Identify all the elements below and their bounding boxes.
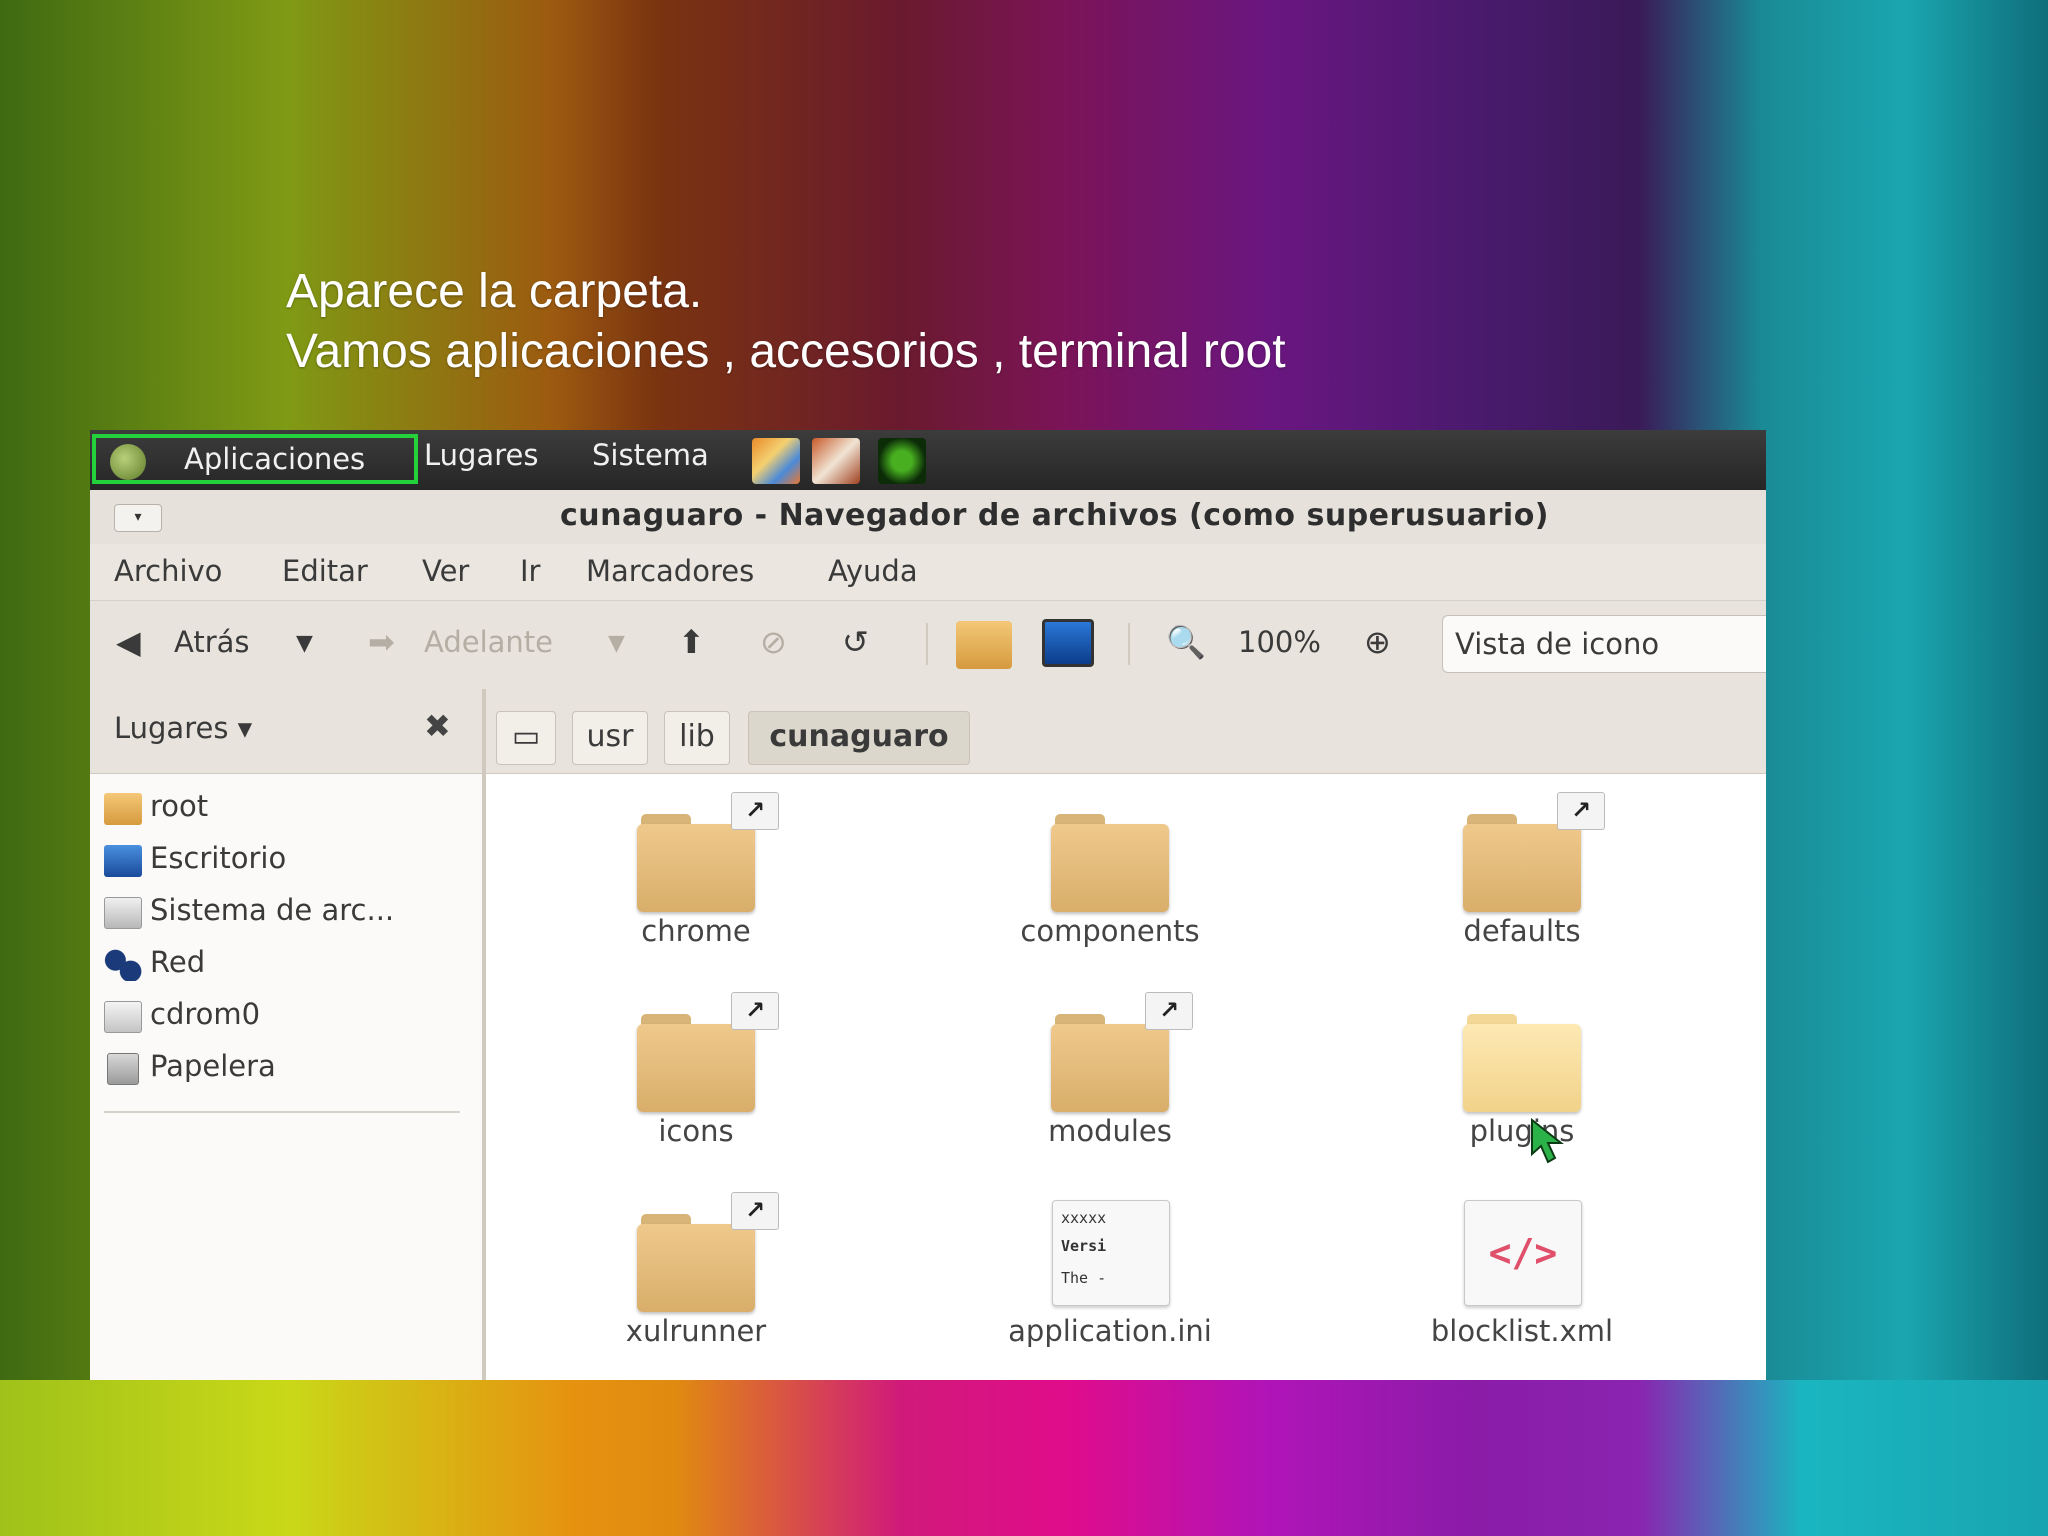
toolbar-separator xyxy=(926,623,928,665)
back-history-dropdown-icon[interactable]: ▼ xyxy=(296,631,313,656)
file-name: chrome xyxy=(641,914,751,948)
forward-history-dropdown-icon[interactable]: ▼ xyxy=(608,631,625,656)
trash-icon xyxy=(107,1053,139,1085)
back-button[interactable]: Atrás xyxy=(174,625,250,659)
forward-button[interactable]: Adelante xyxy=(424,625,553,659)
symlink-arrow-icon: ↗ xyxy=(731,1192,779,1230)
back-arrow-icon[interactable]: ◀ xyxy=(116,623,141,661)
caption-line-2: Vamos aplicaciones , accesorios , termin… xyxy=(286,325,1286,378)
menu-marcadores[interactable]: Marcadores xyxy=(586,554,754,588)
mail-launcher-icon[interactable] xyxy=(812,438,860,484)
system-menu[interactable]: Sistema xyxy=(592,438,709,472)
view-mode-label: Vista de icono xyxy=(1455,627,1660,661)
file-icon-view: ↗ chrome components ↗ defaults ↗ icons ↗… xyxy=(486,774,1766,1380)
sidebar-header: Lugares ▾ ✖ xyxy=(90,689,482,774)
caption-line-1: Aparece la carpeta. xyxy=(286,265,703,318)
file-name: icons xyxy=(658,1114,734,1148)
menu-ver[interactable]: Ver xyxy=(422,554,469,588)
home-folder-icon[interactable] xyxy=(956,621,1012,669)
desktop-screenshot: Aplicaciones Lugares Sistema ▾ cunaguaro… xyxy=(90,430,1766,1380)
folder-icon xyxy=(1463,1014,1581,1112)
places-sidebar: Lugares ▾ ✖ root Escritorio Sistema de a… xyxy=(90,689,486,1380)
home-folder-icon xyxy=(104,793,142,825)
drive-icon xyxy=(104,897,142,929)
file-name: xulrunner xyxy=(625,1314,767,1348)
file-name: defaults xyxy=(1463,914,1581,948)
sidebar-divider xyxy=(104,1111,460,1113)
view-mode-select[interactable]: Vista de icono xyxy=(1442,615,1766,673)
top-panel: Aplicaciones Lugares Sistema xyxy=(90,430,1766,490)
sidebar-places-dropdown[interactable]: Lugares ▾ xyxy=(114,711,252,745)
gnome-foot-icon xyxy=(110,444,146,480)
crumb-cunaguaro[interactable]: cunaguaro xyxy=(748,711,970,765)
applications-menu[interactable]: Aplicaciones xyxy=(92,434,418,484)
zoom-out-icon[interactable]: 🔍 xyxy=(1166,623,1206,661)
toolbar: ◀ Atrás ▼ ➡ Adelante ▼ ⬆ ⊘ ↺ 🔍 100% ⊕ Vi… xyxy=(90,600,1766,690)
toolbar-separator-2 xyxy=(1128,623,1130,665)
file-item-components[interactable]: components xyxy=(948,784,1248,954)
menu-ayuda[interactable]: Ayuda xyxy=(828,554,918,588)
crumb-root-drive-icon[interactable]: ▭ xyxy=(496,711,556,765)
symlink-arrow-icon: ↗ xyxy=(1557,792,1605,830)
window-menu-button[interactable]: ▾ xyxy=(114,504,162,532)
window-title: cunaguaro - Navegador de archivos (como … xyxy=(560,498,1550,533)
doc-line-2: Versi xyxy=(1061,1237,1107,1255)
file-name: application.ini xyxy=(1008,1314,1212,1348)
file-item-icons[interactable]: ↗ icons xyxy=(534,984,834,1154)
crumb-usr[interactable]: usr xyxy=(572,711,648,765)
file-name: plugins xyxy=(1469,1114,1575,1148)
menu-editar[interactable]: Editar xyxy=(282,554,368,588)
cdrom-icon xyxy=(104,1001,142,1033)
symlink-arrow-icon: ↗ xyxy=(731,992,779,1030)
file-name: modules xyxy=(1048,1114,1172,1148)
stop-icon[interactable]: ⊘ xyxy=(760,623,787,661)
file-item-xulrunner[interactable]: ↗ xulrunner xyxy=(534,1184,834,1354)
zoom-in-icon[interactable]: ⊕ xyxy=(1364,623,1391,661)
folder-icon xyxy=(1051,814,1169,912)
computer-icon[interactable] xyxy=(1042,619,1094,667)
forward-arrow-icon[interactable]: ➡ xyxy=(368,623,395,661)
slide-caption: Aparece la carpeta. Vamos aplicaciones ,… xyxy=(286,262,1286,382)
network-icon xyxy=(104,949,142,981)
xml-file-icon: </> xyxy=(1464,1200,1582,1306)
applications-label: Aplicaciones xyxy=(184,442,366,476)
zoom-level: 100% xyxy=(1238,625,1321,659)
doc-line-3: The - xyxy=(1061,1269,1107,1287)
up-arrow-icon[interactable]: ⬆ xyxy=(678,623,705,661)
desktop-icon xyxy=(104,845,142,877)
close-sidebar-icon[interactable]: ✖ xyxy=(424,707,451,745)
file-name: blocklist.xml xyxy=(1430,1314,1614,1348)
places-menu[interactable]: Lugares xyxy=(424,438,538,472)
symlink-arrow-icon: ↗ xyxy=(731,792,779,830)
file-name: components xyxy=(1020,914,1200,948)
file-item-defaults[interactable]: ↗ defaults xyxy=(1360,784,1660,954)
menu-ir[interactable]: Ir xyxy=(520,554,540,588)
location-pathbar: ▭ usr lib cunaguaro xyxy=(486,689,1766,774)
browser-launcher-icon[interactable] xyxy=(752,438,800,484)
symlink-arrow-icon: ↗ xyxy=(1145,992,1193,1030)
file-item-chrome[interactable]: ↗ chrome xyxy=(534,784,834,954)
file-item-modules[interactable]: ↗ modules xyxy=(948,984,1248,1154)
menubar: Archivo Editar Ver Ir Marcadores Ayuda xyxy=(90,544,1766,600)
file-item-application-ini[interactable]: xxxxx Versi The - application.ini xyxy=(948,1184,1248,1354)
window-titlebar: ▾ cunaguaro - Navegador de archivos (com… xyxy=(90,490,1766,544)
reload-icon[interactable]: ↺ xyxy=(842,623,869,661)
doc-line-1: xxxxx xyxy=(1061,1209,1107,1227)
menu-archivo[interactable]: Archivo xyxy=(114,554,222,588)
file-item-blocklist-xml[interactable]: </> blocklist.xml xyxy=(1360,1184,1660,1354)
background-lower-band xyxy=(0,1380,2048,1536)
file-item-plugins[interactable]: plugins xyxy=(1360,984,1660,1164)
mouse-pointer-icon xyxy=(1531,1118,1564,1164)
leaf-launcher-icon[interactable] xyxy=(878,438,926,484)
crumb-lib[interactable]: lib xyxy=(664,711,730,765)
text-file-icon: xxxxx Versi The - xyxy=(1052,1200,1170,1306)
